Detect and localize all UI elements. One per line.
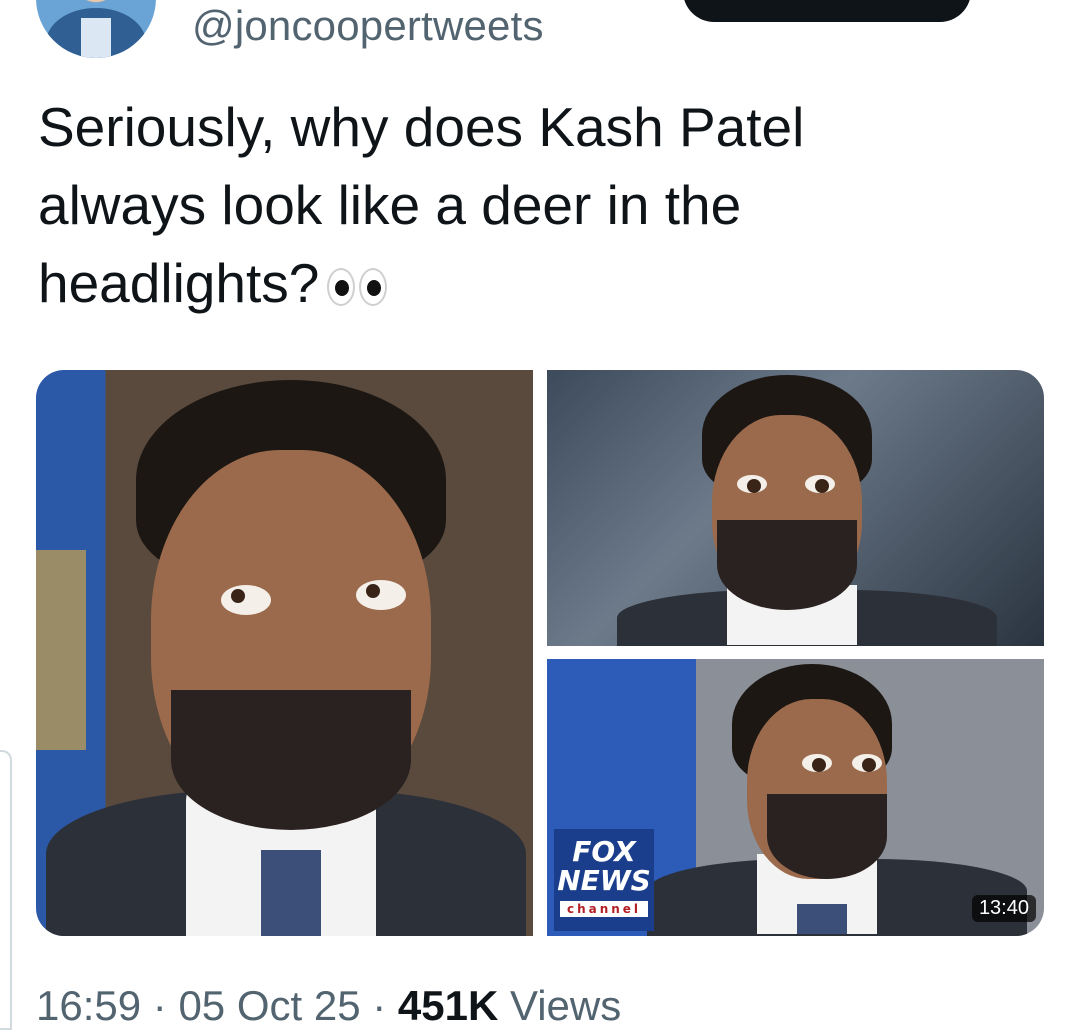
photo-top[interactable] (547, 370, 1044, 646)
meta-separator: · (141, 982, 179, 1029)
eye-left (327, 268, 356, 306)
views-label: Views (509, 982, 622, 1029)
fox-news-logo: FOX NEWS channel (554, 829, 654, 931)
video-duration-badge: 13:40 (971, 895, 1036, 922)
meta-separator: · (360, 982, 398, 1029)
user-handle[interactable]: @joncoopertweets (192, 2, 544, 50)
logo-line2: NEWS (557, 864, 651, 897)
tweet-date[interactable]: 05 Oct 25 (178, 982, 360, 1029)
person-tie (261, 850, 321, 936)
tweet-time[interactable]: 16:59 (36, 982, 141, 1029)
avatar-shirt (81, 18, 111, 58)
person-eye-left (221, 585, 271, 615)
person-tie (797, 904, 847, 934)
avatar[interactable] (36, 0, 156, 58)
eyes-icon (327, 268, 388, 306)
thread-edge-line (0, 750, 12, 1030)
flag-detail (36, 550, 86, 750)
media-grid: FOX NEWS channel 13:40 (36, 370, 1044, 936)
logo-line3: channel (560, 901, 648, 917)
tweet-meta: 16:59 · 05 Oct 25 · 451K Views (36, 982, 621, 1030)
photo-bottom-video[interactable]: FOX NEWS channel 13:40 (547, 659, 1044, 936)
person-eye-left (802, 754, 832, 772)
person-eye-right (805, 475, 835, 493)
photo-main[interactable] (36, 370, 533, 936)
tweet-text: Seriously, why does Kash Patel always lo… (38, 88, 978, 322)
views-count: 451K (397, 982, 499, 1029)
subscribe-button[interactable] (683, 0, 971, 22)
tweet-text-content: Seriously, why does Kash Patel always lo… (38, 96, 805, 314)
person-eye-right (852, 754, 882, 772)
logo-line1: FOX (572, 835, 636, 868)
person-eye-left (737, 475, 767, 493)
eye-right (359, 268, 388, 306)
person-beard (767, 794, 887, 879)
person-eye-right (356, 580, 406, 610)
person-beard (171, 690, 411, 830)
person-beard (717, 520, 857, 610)
